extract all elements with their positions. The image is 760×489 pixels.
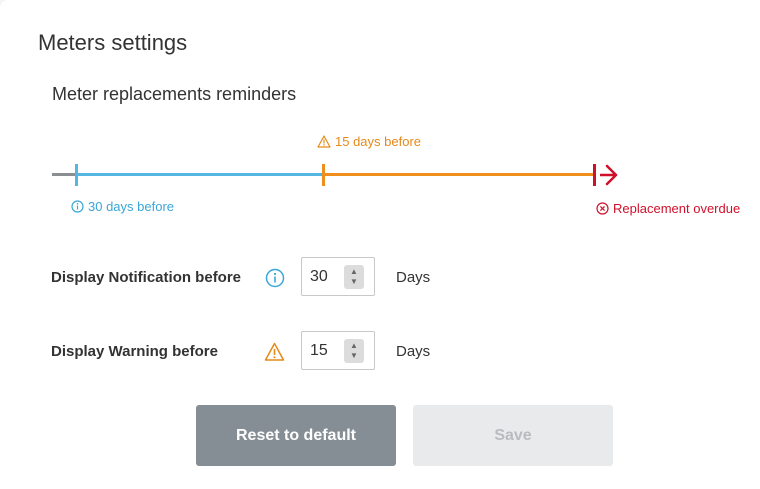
timeline-arrow-icon xyxy=(600,164,618,186)
timeline-notification-tick xyxy=(75,164,78,186)
warning-icon[interactable] xyxy=(264,342,285,367)
info-icon[interactable] xyxy=(265,268,285,293)
chevron-down-icon[interactable]: ▼ xyxy=(350,277,358,286)
warning-unit-label: Days xyxy=(396,343,431,360)
timeline-base-segment xyxy=(52,173,76,176)
reset-to-default-button[interactable]: Reset to default xyxy=(196,405,396,466)
chevron-up-icon[interactable]: ▲ xyxy=(350,341,358,350)
notification-days-value[interactable]: 30 xyxy=(302,268,344,286)
notification-marker-text: 30 days before xyxy=(88,199,175,214)
warning-triangle-icon xyxy=(317,135,331,148)
page-title: Meters settings xyxy=(38,30,188,55)
timeline-warning-label: 15 days before xyxy=(317,134,421,149)
warning-days-value[interactable]: 15 xyxy=(302,342,344,360)
warning-marker-text: 15 days before xyxy=(335,134,422,149)
close-circle-icon xyxy=(596,202,609,215)
chevron-down-icon[interactable]: ▼ xyxy=(350,351,358,360)
info-circle-icon xyxy=(71,200,84,213)
chevron-up-icon[interactable]: ▲ xyxy=(350,267,358,276)
timeline-overdue-label: Replacement overdue xyxy=(596,201,740,216)
timeline-notification-segment xyxy=(76,173,323,176)
timeline-notification-label: 30 days before xyxy=(71,199,174,214)
timeline-warning-tick xyxy=(322,164,325,186)
timeline-overdue-tick xyxy=(593,164,596,186)
notification-field-label: Display Notification before xyxy=(51,269,242,286)
overdue-marker-text: Replacement overdue xyxy=(613,201,741,216)
notification-unit-label: Days xyxy=(396,269,431,286)
warning-days-stepper[interactable]: ▲ ▼ xyxy=(344,338,364,363)
warning-field-label: Display Warning before xyxy=(51,343,218,360)
save-button[interactable]: Save xyxy=(413,405,613,466)
notification-days-stepper[interactable]: ▲ ▼ xyxy=(344,264,364,289)
meters-settings-card: Meters settings Meter replacements remin… xyxy=(0,0,760,489)
timeline-warning-segment xyxy=(323,173,594,176)
notification-days-input[interactable]: 30 ▲ ▼ xyxy=(301,257,375,296)
warning-days-input[interactable]: 15 ▲ ▼ xyxy=(301,331,375,370)
section-title: Meter replacements reminders xyxy=(52,84,297,104)
